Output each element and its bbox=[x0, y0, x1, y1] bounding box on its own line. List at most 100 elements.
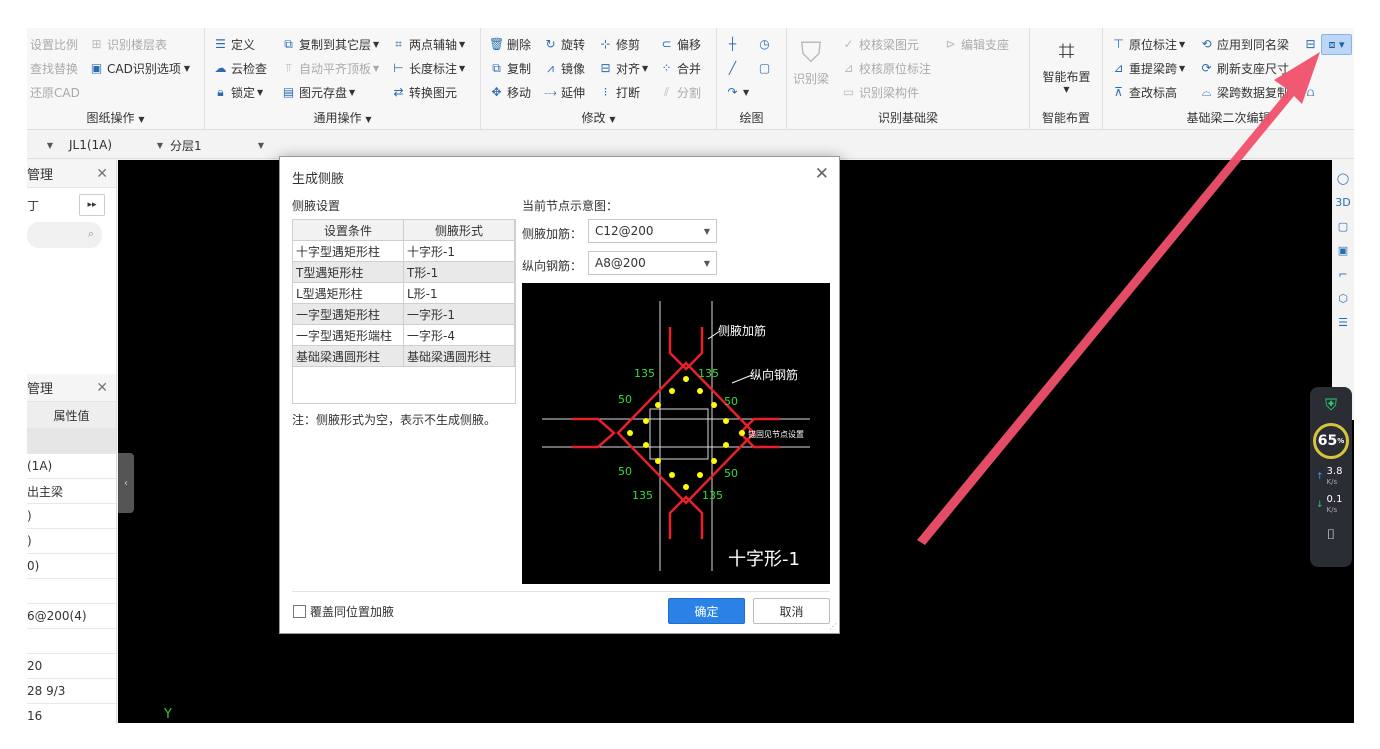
smart-layout-button[interactable]: ⌗ 智能布置 ▼ bbox=[1030, 34, 1103, 94]
component-combo[interactable]: JL1(1A) ▼ bbox=[69, 135, 165, 155]
two-point-axis-button[interactable]: ⌗ 两点辅轴 ▼ bbox=[391, 33, 465, 55]
restore-cad-button[interactable]: 还原CAD bbox=[30, 81, 80, 103]
copy-span-data-button[interactable]: ⌓ 梁跨数据复制 bbox=[1199, 81, 1289, 103]
property-row[interactable]: 28 9/3 bbox=[27, 679, 116, 704]
property-row[interactable]: ) bbox=[27, 529, 116, 554]
orbit-icon[interactable]: ◯ bbox=[1332, 172, 1354, 196]
rotate-button[interactable]: ↻ 旋转 bbox=[543, 33, 585, 55]
expand-icon[interactable]: ▸▸ bbox=[79, 194, 105, 216]
type-combo[interactable]: ▼ bbox=[27, 135, 55, 155]
view-3d-icon[interactable]: 3D bbox=[1332, 196, 1354, 220]
check-elevation-button[interactable]: ⊼ 查改标高 bbox=[1111, 81, 1177, 103]
save-element-button[interactable]: ▤ 图元存盘 ▼ bbox=[281, 81, 355, 103]
align-button[interactable]: ⊟ 对齐 ▼ bbox=[598, 57, 648, 79]
long-bar-select[interactable]: A8@200 ▼ bbox=[588, 251, 717, 275]
cube-icon[interactable]: ▢ bbox=[1332, 220, 1354, 244]
table-row[interactable]: 十字型遇矩形柱 十字形-1 bbox=[292, 240, 515, 262]
move-button[interactable]: ✥ 移动 bbox=[489, 81, 531, 103]
identify-floor-table-button[interactable]: ⊞ 识别楼层表 bbox=[89, 33, 167, 55]
property-row[interactable]: 6@200(4) bbox=[27, 604, 116, 629]
property-row[interactable]: 出主梁 bbox=[27, 479, 116, 504]
arc-tool-button[interactable]: ◷ bbox=[757, 33, 775, 55]
auto-align-label: 自动平齐顶板 bbox=[299, 61, 372, 76]
property-value: 出主梁 bbox=[27, 484, 64, 499]
define-button[interactable]: ☰ 定义 bbox=[213, 33, 255, 55]
side-haunch-small-button[interactable]: ⊟ bbox=[1303, 33, 1321, 55]
close-icon[interactable]: ✕ bbox=[96, 166, 108, 182]
group-title-drawing[interactable]: 图纸操作 ▼ bbox=[27, 109, 204, 126]
apply-same-beam-button[interactable]: ⟲ 应用到同名梁 bbox=[1199, 33, 1289, 55]
check-position-button[interactable]: ⊿ 校核原位标注 bbox=[841, 57, 931, 79]
edit-support-button[interactable]: ⊳ 编辑支座 bbox=[943, 33, 1009, 55]
table-row[interactable]: 一字型遇矩形柱 一字形-1 bbox=[292, 303, 515, 325]
component-search-input[interactable]: ⌕ bbox=[27, 222, 102, 248]
list-icon[interactable]: ☰ bbox=[1332, 316, 1354, 340]
resize-grip-icon[interactable]: ⋰ bbox=[829, 622, 837, 631]
cad-options-button[interactable]: ▣ CAD识别选项 ▼ bbox=[89, 57, 190, 79]
delete-button[interactable]: 🗑︎ 删除 bbox=[489, 33, 531, 55]
re-extract-span-button[interactable]: ⊿ 重提梁跨 ▼ bbox=[1111, 57, 1185, 79]
auto-align-button[interactable]: ⫪ 自动平齐顶板 ▼ bbox=[281, 57, 379, 79]
ok-button[interactable]: 确定 bbox=[668, 598, 745, 624]
override-checkbox[interactable]: 覆盖同位置加腋 bbox=[293, 603, 394, 620]
form-cell[interactable]: 一字形-1 bbox=[403, 303, 515, 325]
form-cell[interactable]: 一字形-4 bbox=[403, 324, 515, 346]
refresh-support-button[interactable]: ⟳ 刷新支座尺寸 bbox=[1199, 57, 1289, 79]
checkbox-box[interactable] bbox=[293, 605, 306, 618]
cancel-button[interactable]: 取消 bbox=[753, 598, 830, 624]
corner-icon[interactable]: ⌐ bbox=[1332, 268, 1354, 292]
group-title-modify[interactable]: 修改 ▼ bbox=[481, 109, 716, 126]
cloud-check-button[interactable]: ☁ 云检查 bbox=[213, 57, 268, 79]
property-row[interactable]: ) bbox=[27, 504, 116, 529]
length-dimension-button[interactable]: ⊢ 长度标注 ▼ bbox=[391, 57, 465, 79]
table-row[interactable]: 基础梁遇圆形柱 基础梁遇圆形柱 bbox=[292, 345, 515, 367]
generate-haunch-button[interactable]: ⧈ ▾ bbox=[1321, 34, 1352, 55]
check-beam-button[interactable]: ✓ 校核梁图元 bbox=[841, 33, 919, 55]
table-row[interactable]: T型遇矩形柱 T形-1 bbox=[292, 261, 515, 283]
property-row[interactable]: 20 bbox=[27, 654, 116, 679]
cube-top-icon[interactable]: ▣ bbox=[1332, 244, 1354, 268]
convert-element-button[interactable]: ⇄ 转换图元 bbox=[391, 81, 457, 103]
identify-beam-button[interactable]: ⛉ 识别梁 bbox=[793, 36, 829, 87]
form-cell[interactable]: L形-1 bbox=[403, 282, 515, 304]
close-icon[interactable]: ✕ bbox=[815, 164, 829, 184]
find-replace-button[interactable]: 查找替换 bbox=[30, 57, 78, 79]
extend-button[interactable]: ⤏ 延伸 bbox=[543, 81, 585, 103]
table-row[interactable]: 一字型遇矩形端柱 一字形-4 bbox=[292, 324, 515, 346]
property-row[interactable]: 16 bbox=[27, 704, 116, 723]
merge-button[interactable]: ⁘ 合并 bbox=[659, 57, 701, 79]
property-row[interactable]: 0) bbox=[27, 554, 116, 579]
table-row[interactable]: L型遇矩形柱 L形-1 bbox=[292, 282, 515, 304]
form-cell[interactable]: 十字形-1 bbox=[403, 240, 515, 262]
collapse-panel-handle[interactable]: ‹ bbox=[118, 453, 134, 513]
property-row[interactable] bbox=[27, 629, 116, 654]
network-widget[interactable]: ⛨ 65% ↑ 3.8 K/s ↓ 0.1 K/s ⌷ bbox=[1310, 387, 1352, 567]
copy-to-layer-button[interactable]: ⧉ 复制到其它层 ▼ bbox=[281, 33, 379, 55]
lock-button[interactable]: 🔒︎ 锁定 ▼ bbox=[213, 81, 263, 103]
inplace-mark-button[interactable]: ⊤ 原位标注 ▼ bbox=[1111, 33, 1185, 55]
set-scale-button[interactable]: 设置比例 bbox=[30, 33, 78, 55]
group-title-common[interactable]: 通用操作 ▼ bbox=[205, 109, 480, 126]
split-button[interactable]: ⫽ 分割 bbox=[659, 81, 701, 103]
line-tool-button[interactable]: ╱ bbox=[725, 57, 743, 79]
side-bar-select[interactable]: C12@200 ▼ bbox=[588, 219, 717, 243]
generate-haunch-dialog: 生成侧腋 ✕ 侧腋设置 当前节点示意图： 设置条件 侧腋形式 十字型遇矩形柱 十字… bbox=[279, 156, 840, 634]
trim-button[interactable]: ⊹ 修剪 bbox=[598, 33, 640, 55]
close-icon[interactable]: ✕ bbox=[96, 380, 108, 396]
extra-tool-button[interactable]: ⩍ bbox=[1303, 81, 1321, 103]
camera-icon[interactable]: ⌷ bbox=[1310, 527, 1352, 543]
layer-combo[interactable]: 分层1 ▼ bbox=[170, 135, 266, 155]
identify-component-button[interactable]: ▭ 识别梁构件 bbox=[841, 81, 919, 103]
point-tool-button[interactable]: ┼ bbox=[725, 33, 743, 55]
form-cell[interactable]: 基础梁遇圆形柱 bbox=[403, 345, 515, 367]
form-cell[interactable]: T形-1 bbox=[403, 261, 515, 283]
offset-button[interactable]: ⊂ 偏移 bbox=[659, 33, 701, 55]
property-row[interactable]: (1A) bbox=[27, 454, 116, 479]
copy-button[interactable]: ⧉ 复制 bbox=[489, 57, 531, 79]
rect-tool-button[interactable]: ▢ bbox=[757, 57, 775, 79]
box-select-icon[interactable]: ⬡ bbox=[1332, 292, 1354, 316]
mirror-button[interactable]: ⩘ 镜像 bbox=[543, 57, 585, 79]
curve-tool-button[interactable]: ↷ ▼ bbox=[725, 81, 749, 103]
property-row[interactable] bbox=[27, 579, 116, 604]
break-button[interactable]: ⁝ 打断 bbox=[598, 81, 640, 103]
